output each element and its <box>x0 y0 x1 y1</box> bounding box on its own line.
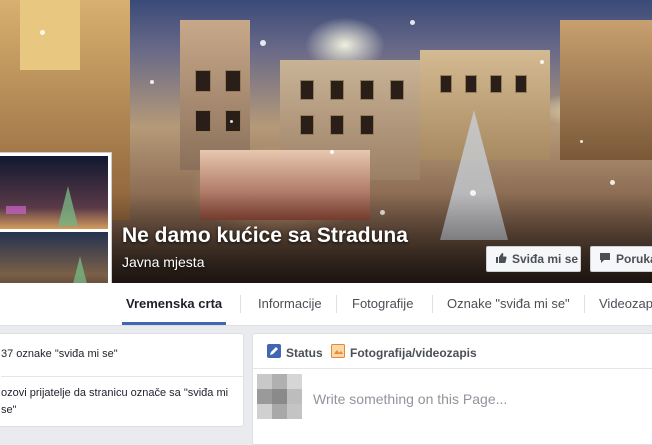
post-composer: Status Fotografija/videozapis Write some… <box>252 333 652 445</box>
post-input[interactable]: Write something on this Page... <box>313 391 507 407</box>
page-title[interactable]: Ne damo kućice sa Straduna <box>122 224 408 248</box>
building-center <box>180 20 250 170</box>
invite-friends-link[interactable]: ozovi prijatelje da stranicu označe sa "… <box>1 385 237 419</box>
status-tab[interactable]: Status <box>267 344 323 361</box>
like-page-button[interactable]: Sviđa mi se <box>486 246 581 272</box>
likes-card: 37 oznake "sviđa mi se" ozovi prijatelje… <box>0 333 244 427</box>
likes-count[interactable]: 37 oznake "sviđa mi se" <box>1 348 118 360</box>
photo-video-tab-label: Fotografija/videozapis <box>350 345 477 360</box>
tab-photos[interactable]: Fotografije <box>352 283 413 325</box>
message-button-label: Poruka <box>616 252 652 266</box>
building-tower <box>20 0 80 70</box>
photo-video-tab[interactable]: Fotografija/videozapis <box>331 344 477 361</box>
tab-timeline[interactable]: Vremenska crta <box>122 283 227 325</box>
page-category[interactable]: Javna mjesta <box>122 254 204 270</box>
thumbs-up-icon <box>495 252 507 267</box>
pencil-icon <box>267 344 281 361</box>
tab-about[interactable]: Informacije <box>258 283 322 325</box>
page-tabs: Vremenska crta Informacije Fotografije O… <box>0 283 652 326</box>
message-icon <box>599 252 611 267</box>
photo-icon <box>331 344 345 361</box>
status-tab-label: Status <box>286 345 323 360</box>
message-button[interactable]: Poruka <box>590 246 652 272</box>
building-far-right <box>560 20 652 160</box>
avatar <box>257 374 303 420</box>
like-button-label: Sviđa mi se <box>512 252 579 266</box>
tab-likes[interactable]: Oznake "sviđa mi se" <box>447 283 570 325</box>
tab-videos[interactable]: Videozapisi <box>599 283 652 325</box>
